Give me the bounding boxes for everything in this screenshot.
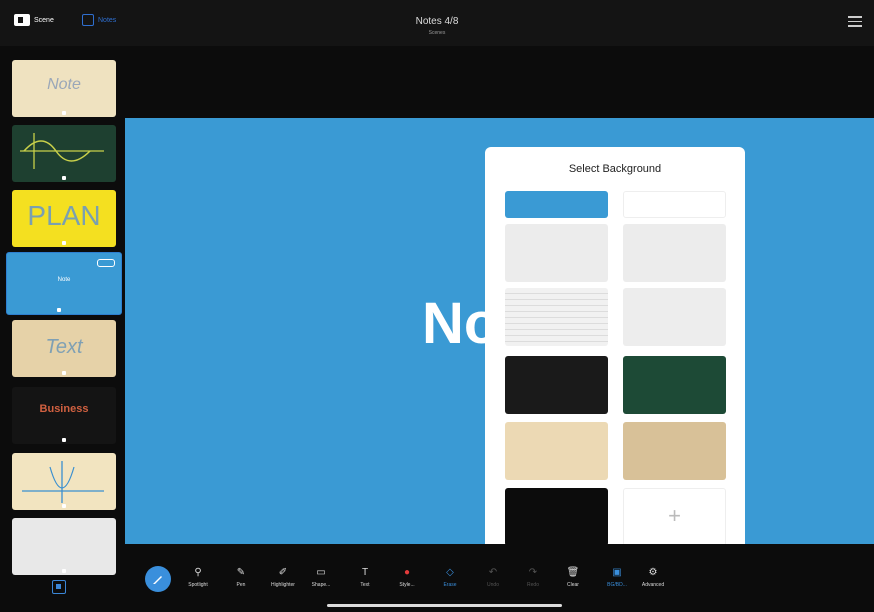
- slide-thumbnail-2[interactable]: [12, 125, 116, 182]
- slide-thumbnail-text: Business: [39, 403, 89, 415]
- advanced-icon: ⚙: [648, 567, 658, 578]
- slide-number-marker: [62, 111, 66, 115]
- pen-tool-button[interactable]: [145, 566, 171, 592]
- select-background-popup: Select Background +: [485, 147, 745, 552]
- slide-number-marker: [62, 504, 66, 508]
- background-icon: ▣: [612, 567, 622, 578]
- background-option-paper-aged[interactable]: [623, 422, 726, 480]
- background-option-light-gray-2[interactable]: [623, 224, 726, 282]
- slide-number-marker: [62, 569, 66, 573]
- tool-label: Highlighter: [271, 582, 295, 588]
- background-option-lined[interactable]: [505, 288, 608, 346]
- wave-drawing: [20, 133, 104, 169]
- tool-label: BG/BD...: [607, 582, 627, 588]
- tool-advanced[interactable]: ⚙ Advanced: [638, 566, 668, 588]
- slide-number-marker: [62, 176, 66, 180]
- menu-icon[interactable]: [848, 16, 862, 28]
- redo-icon: ↷: [528, 567, 538, 578]
- background-option-light-gray-3[interactable]: [623, 288, 726, 346]
- slide-number-marker: [62, 241, 66, 245]
- tool-label: Pen: [236, 582, 246, 588]
- tool-label: Spotlight: [188, 582, 208, 588]
- style-icon: ●: [403, 567, 411, 578]
- background-option-blue[interactable]: [505, 191, 608, 218]
- tool-label: Redo: [527, 582, 539, 588]
- background-option-chalkboard-green[interactable]: [623, 356, 726, 414]
- background-option-light-gray[interactable]: [505, 224, 608, 282]
- undo-icon: ↶: [488, 567, 498, 578]
- graph-drawing: [22, 461, 104, 503]
- slide-thumbnail-1[interactable]: Note: [12, 60, 116, 117]
- slide-number-marker: [62, 438, 66, 442]
- popup-title: Select Background: [568, 163, 662, 175]
- tool-pen[interactable]: ✎ Pen: [226, 566, 256, 588]
- tool-label: Advanced: [641, 582, 665, 588]
- tool-label: Clear: [567, 582, 579, 588]
- background-option-white[interactable]: [623, 191, 726, 218]
- shape-icon: ▭: [316, 567, 326, 578]
- home-indicator: [327, 604, 562, 607]
- tool-clear[interactable]: 🗑 Clear: [558, 566, 588, 588]
- slide-thumbnail-3[interactable]: PLAN: [12, 190, 116, 247]
- pencil-icon: [153, 576, 162, 584]
- slide-thumbnail-6[interactable]: Business: [12, 387, 116, 444]
- slide-number-marker: [62, 371, 66, 375]
- tool-undo[interactable]: ↶ Undo: [478, 566, 508, 588]
- tool-shape[interactable]: ▭ Shape...: [306, 566, 336, 588]
- tool-erase[interactable]: ◇ Erase: [435, 566, 465, 588]
- erase-icon: ◇: [446, 567, 454, 578]
- pen-icon: ✎: [236, 567, 246, 578]
- highlighter-icon: ✐: [278, 567, 288, 578]
- tool-highlighter[interactable]: ✐ Highlighter: [268, 566, 298, 588]
- slide-thumbnail-5[interactable]: Text: [12, 320, 116, 377]
- background-option-paper-light[interactable]: [505, 422, 608, 480]
- slide-thumbnail-4[interactable]: Note: [6, 252, 122, 315]
- tool-label: Undo: [487, 582, 499, 588]
- background-option-black[interactable]: [505, 488, 608, 546]
- tool-style[interactable]: ● Style...: [392, 566, 422, 588]
- page-title: Notes 4/8: [415, 16, 459, 27]
- page-subtitle: Scenes: [428, 30, 446, 36]
- tool-text[interactable]: T Text: [350, 566, 380, 588]
- slide-thumbnail-text: Text: [45, 336, 83, 358]
- text-icon: T: [361, 567, 369, 578]
- slide-thumbnail-7[interactable]: [12, 453, 116, 510]
- slide-thumbnail-text: Note: [57, 277, 71, 283]
- tool-spotlight[interactable]: ⚲ Spotlight: [183, 566, 213, 588]
- top-bar: Scene Notes Notes 4/8 Scenes: [0, 0, 874, 46]
- slide-thumbnail-8[interactable]: [12, 518, 116, 575]
- add-slide-button[interactable]: [52, 580, 66, 594]
- slide-thumbnail-text: PLAN: [27, 200, 101, 231]
- spotlight-icon: ⚲: [194, 567, 202, 578]
- background-option-chalkboard-black[interactable]: [505, 356, 608, 414]
- tool-label: Erase: [443, 582, 457, 588]
- tool-label: Shape...: [311, 582, 331, 588]
- tool-background[interactable]: ▣ BG/BD...: [602, 566, 632, 588]
- tool-redo[interactable]: ↷ Redo: [518, 566, 548, 588]
- add-background-icon: +: [668, 503, 681, 528]
- clear-icon: 🗑: [566, 567, 580, 578]
- background-option-add-custom[interactable]: +: [623, 488, 726, 546]
- slide-number-marker: [57, 308, 61, 312]
- selected-badge: [97, 259, 115, 267]
- slide-thumbnail-text: Note: [47, 76, 81, 93]
- tool-label: Style...: [399, 582, 415, 588]
- tool-label: Text: [360, 582, 370, 588]
